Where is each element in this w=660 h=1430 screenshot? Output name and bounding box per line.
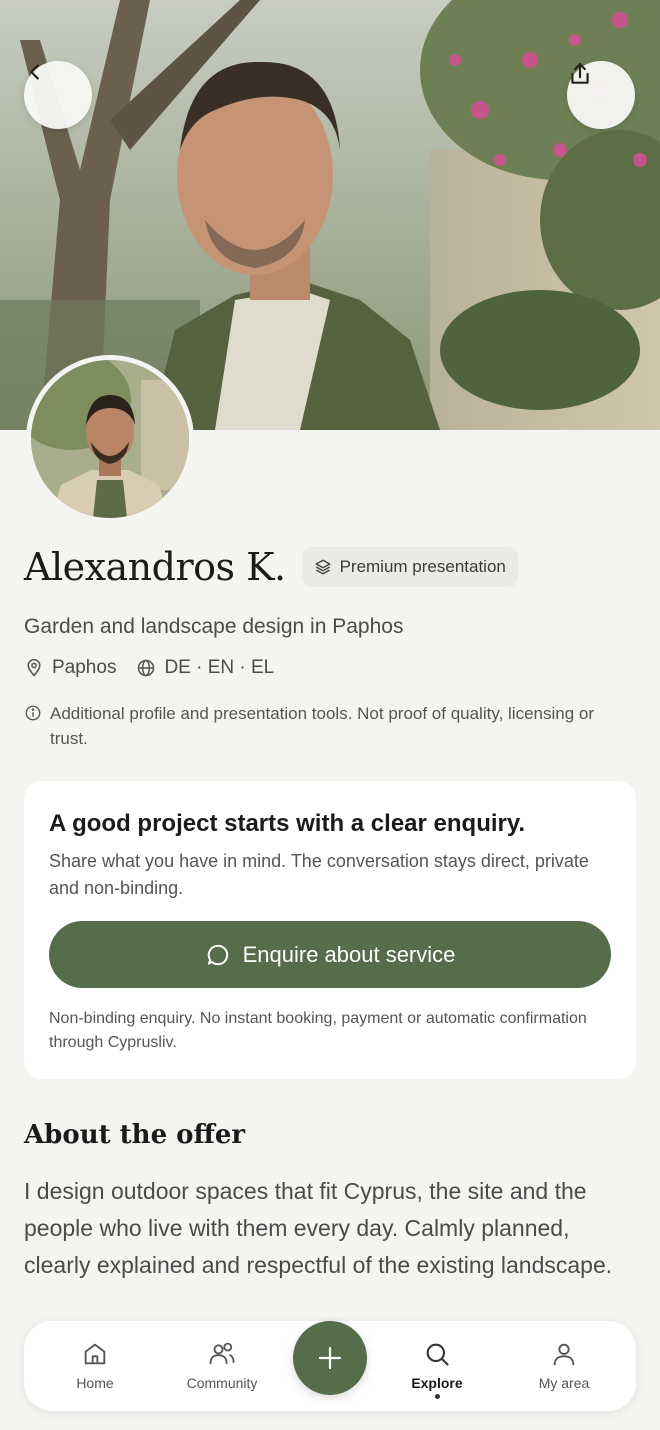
enquire-button-label: Enquire about service: [242, 941, 456, 967]
add-button[interactable]: [293, 1321, 367, 1395]
nav-my-area-label: My area: [538, 1375, 590, 1391]
nav-explore[interactable]: Explore: [387, 1339, 487, 1399]
share-button[interactable]: [567, 61, 635, 129]
nav-explore-label: Explore: [411, 1375, 463, 1391]
home-icon: [81, 1339, 109, 1369]
profile-meta: Paphos DE · EN · EL: [24, 657, 274, 679]
about-title: About the offer: [24, 1120, 246, 1150]
users-icon: [207, 1339, 237, 1369]
profile-header: Alexandros K. Premium presentation: [24, 545, 518, 589]
profile-subtitle: Garden and landscape design in Paphos: [24, 615, 404, 638]
nav-home[interactable]: Home: [45, 1339, 145, 1391]
chat-bubble-icon: [205, 942, 231, 968]
premium-disclaimer: Additional profile and presentation tool…: [24, 701, 624, 751]
plus-icon: [315, 1343, 345, 1373]
search-icon: [423, 1339, 451, 1369]
location-text: Paphos: [52, 657, 117, 678]
nav-my-area[interactable]: My area: [514, 1339, 614, 1391]
info-icon: [24, 704, 42, 751]
about-text: I design outdoor spaces that fit Cyprus,…: [24, 1178, 613, 1278]
user-icon: [550, 1339, 578, 1369]
languages-text: DE · EN · EL: [164, 657, 275, 678]
enquiry-note: Non-binding enquiry. No instant booking,…: [49, 1010, 587, 1051]
active-indicator: [434, 1394, 440, 1399]
disclaimer-text: Additional profile and presentation tool…: [50, 704, 595, 748]
enquire-button[interactable]: Enquire about service: [49, 921, 611, 988]
enquiry-card-text: Share what you have in mind. The convers…: [49, 851, 589, 898]
about-section: I design outdoor spaces that fit Cyprus,…: [24, 1173, 636, 1306]
nav-community-label: Community: [186, 1375, 258, 1391]
premium-badge-label: Premium presentation: [339, 557, 506, 576]
profile-name: Alexandros K.: [24, 545, 286, 589]
avatar: [26, 355, 194, 523]
premium-badge: Premium presentation: [301, 547, 518, 587]
nav-home-label: Home: [76, 1375, 114, 1391]
back-button[interactable]: [24, 61, 92, 129]
enquiry-card-title: A good project starts with a clear enqui…: [49, 810, 526, 837]
enquiry-card: A good project starts with a clear enqui…: [24, 781, 636, 1079]
nav-community[interactable]: Community: [172, 1339, 272, 1391]
map-pin-icon: [24, 658, 44, 678]
globe-icon: [136, 658, 156, 678]
layers-icon: [314, 558, 332, 576]
